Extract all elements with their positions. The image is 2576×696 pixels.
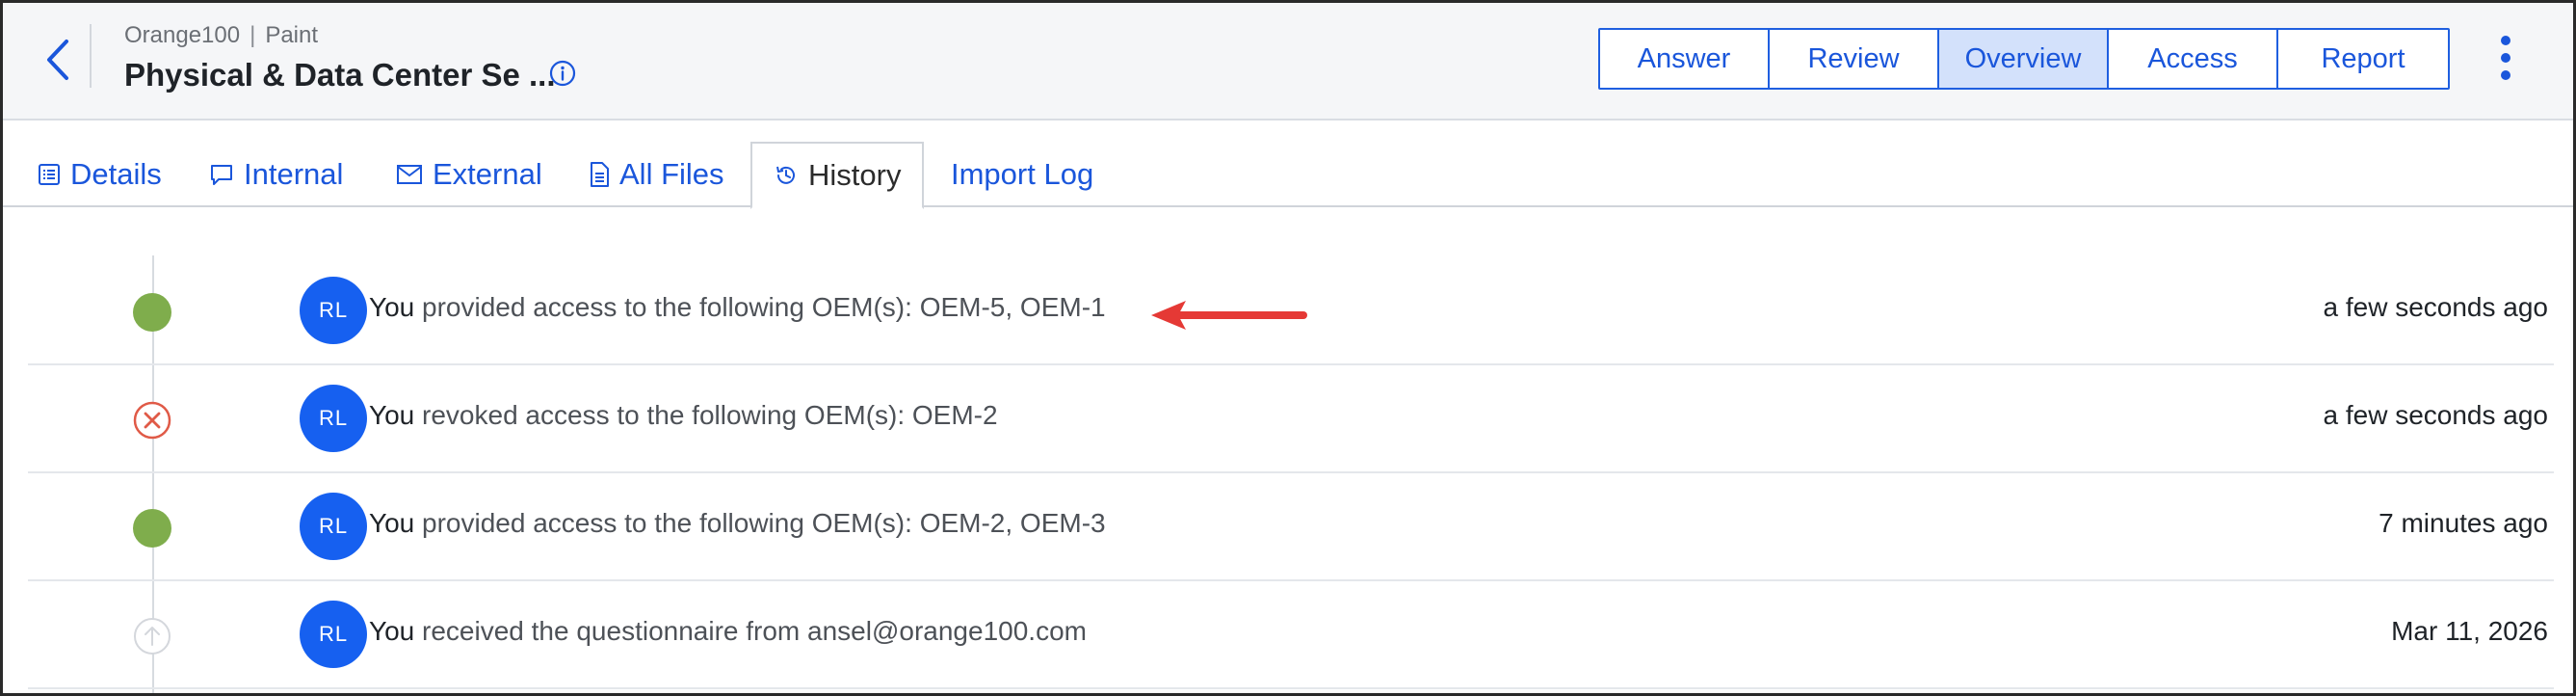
history-actor: You (369, 508, 415, 538)
report-button[interactable]: Report (2278, 30, 2448, 88)
history-actor: You (369, 616, 415, 646)
list-icon (39, 164, 60, 185)
tab-bar: Details Internal External All Files Hist… (3, 120, 2573, 209)
info-icon[interactable] (548, 59, 577, 88)
history-message: You revoked access to the following OEM(… (369, 400, 998, 431)
avatar: RL (300, 493, 367, 560)
history-time: a few seconds ago (2323, 400, 2549, 430)
history-message: You received the questionnaire from anse… (369, 616, 1087, 647)
tab-external[interactable]: External (396, 142, 542, 207)
revoked-x-icon (133, 401, 171, 440)
overview-button[interactable]: Overview (1939, 30, 2109, 88)
tab-label: All Files (619, 157, 724, 191)
avatar: RL (300, 277, 367, 344)
review-button[interactable]: Review (1770, 30, 1939, 88)
tab-internal[interactable]: Internal (209, 142, 343, 207)
status-marker (132, 616, 172, 656)
history-item: RL You revoked access to the following O… (28, 365, 2554, 473)
annotation-arrow-icon (1151, 301, 1307, 330)
app-window: Orange100 | Paint Physical & Data Center… (0, 0, 2576, 696)
comment-icon (211, 165, 232, 185)
history-text: revoked access to the following OEM(s): … (414, 400, 998, 430)
file-icon (591, 162, 609, 187)
tab-label: Details (70, 157, 162, 191)
chevron-left-icon (47, 40, 68, 80)
breadcrumb-separator: | (250, 22, 256, 48)
tab-details[interactable]: Details (38, 142, 162, 207)
avatar: RL (300, 385, 367, 452)
tab-import-log[interactable]: Import Log (951, 142, 1093, 207)
history-item: RL You provided access to the following … (28, 473, 2554, 581)
status-marker (132, 508, 172, 549)
history-item: RL You received the questionnaire from a… (28, 581, 2554, 689)
header-divider (90, 24, 92, 88)
history-icon (776, 166, 795, 184)
answer-button[interactable]: Answer (1600, 30, 1770, 88)
mail-icon (397, 165, 422, 184)
tab-all-files[interactable]: All Files (589, 142, 724, 207)
history-actor: You (369, 400, 415, 430)
breadcrumb-org: Orange100 (124, 22, 241, 48)
kebab-dot (2501, 53, 2510, 63)
history-text: received the questionnaire from ansel@or… (414, 616, 1087, 646)
history-time: a few seconds ago (2323, 292, 2549, 322)
history-message: You provided access to the following OEM… (369, 508, 1106, 539)
history-text: provided access to the following OEM(s):… (414, 292, 1106, 322)
kebab-dot (2501, 36, 2510, 45)
tab-label: Internal (244, 157, 344, 191)
history-time: 7 minutes ago (2379, 508, 2548, 538)
access-button[interactable]: Access (2109, 30, 2278, 88)
tab-label: External (433, 157, 542, 191)
avatar: RL (300, 601, 367, 668)
granted-dot-icon (133, 509, 171, 548)
kebab-dot (2501, 70, 2510, 80)
more-options-button[interactable] (2490, 28, 2521, 88)
history-time: Mar 11, 2026 (2391, 616, 2548, 646)
history-actor: You (369, 292, 415, 322)
arrow-up-circle-icon (134, 618, 171, 655)
tab-label: History (808, 158, 902, 192)
breadcrumb: Orange100 | Paint (124, 22, 318, 49)
page-header: Orange100 | Paint Physical & Data Center… (3, 3, 2573, 120)
tab-history[interactable]: History (750, 142, 925, 209)
breadcrumb-section: Paint (265, 22, 319, 48)
status-marker (132, 292, 172, 333)
back-button[interactable] (32, 26, 82, 94)
history-message: You provided access to the following OEM… (369, 292, 1106, 323)
page-title: Physical & Data Center Se ... (124, 57, 556, 93)
status-marker (132, 400, 172, 441)
view-switcher: Answer Review Overview Access Report (1598, 28, 2450, 90)
granted-dot-icon (133, 293, 171, 332)
tab-label: Import Log (951, 157, 1094, 191)
history-text: provided access to the following OEM(s):… (414, 508, 1106, 538)
